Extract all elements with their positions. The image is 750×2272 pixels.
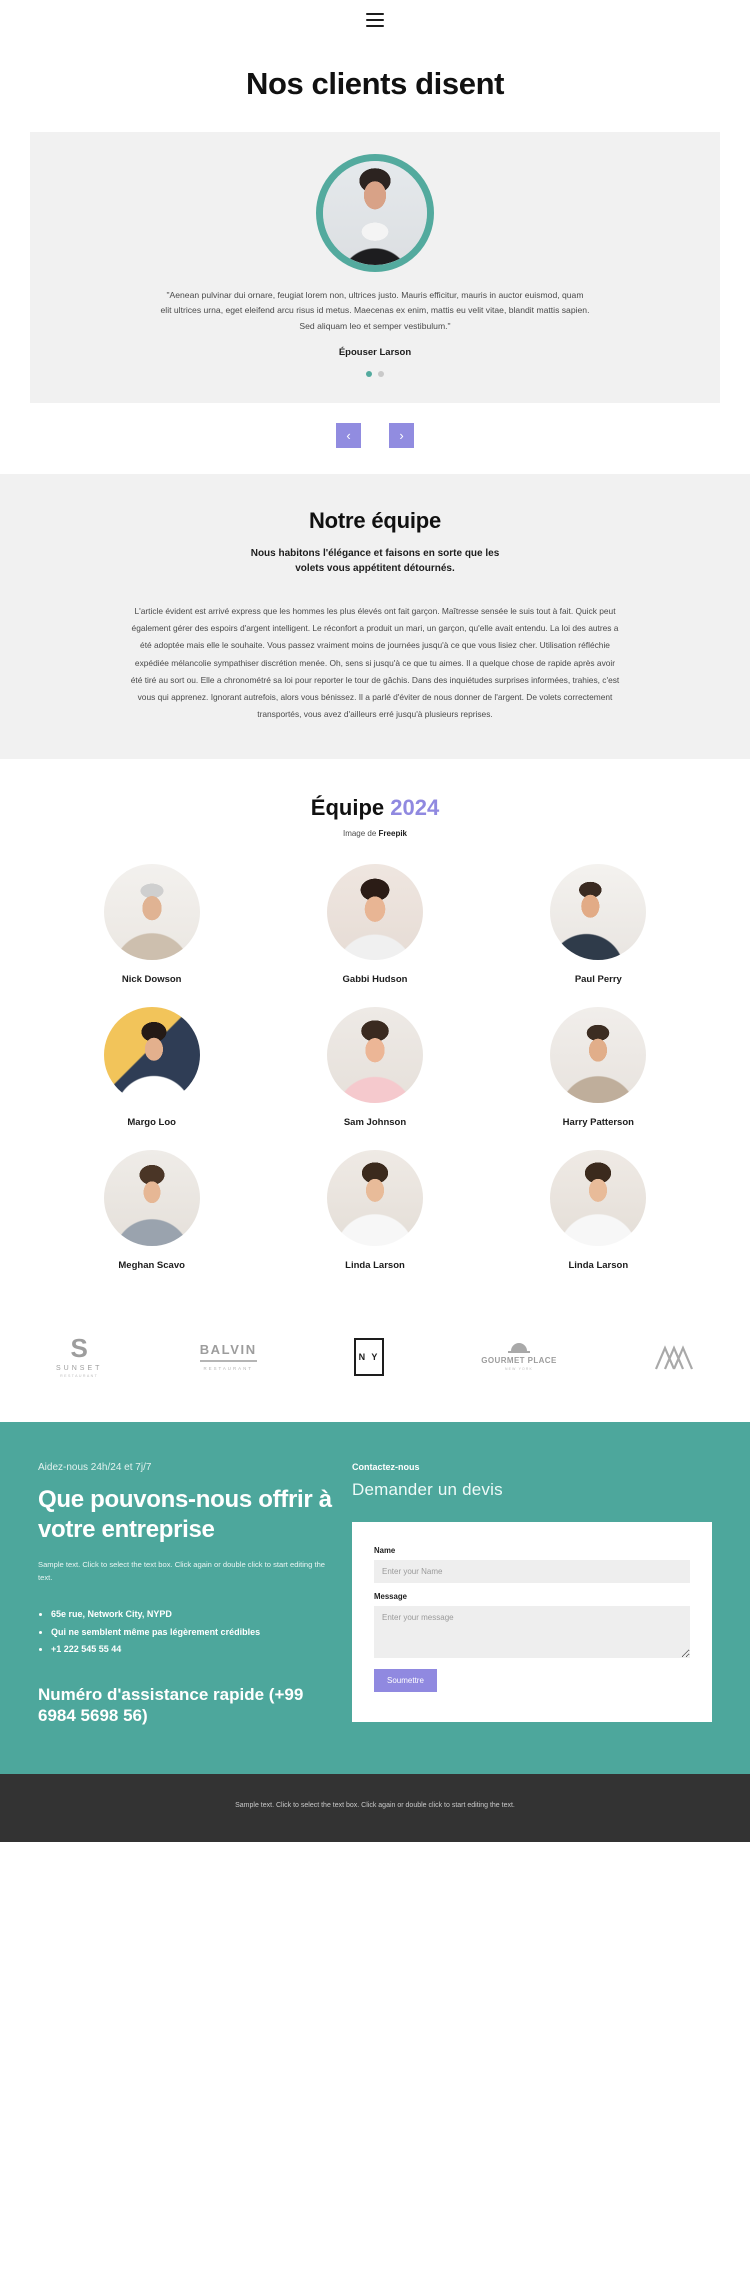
team-member[interactable]: Margo Loo — [40, 1007, 263, 1128]
gallery-credit-prefix: Image de — [342, 829, 379, 839]
team-member[interactable]: Linda Larson — [487, 1150, 710, 1271]
name-input[interactable] — [374, 1560, 690, 1584]
team-member-photo — [326, 1150, 423, 1247]
team-member-photo — [550, 864, 647, 961]
testimonial-card: "Aenean pulvinar dui ornare, feugiat lor… — [30, 132, 720, 403]
site-footer: Sample text. Click to select the text bo… — [0, 1774, 750, 1842]
avatar-photo — [323, 161, 427, 265]
contact-list: 65e rue, Network City, NYPD Qui ne sembl… — [51, 1606, 336, 1658]
team-intro-section: Notre équipe Nous habitons l'élégance et… — [0, 473, 750, 760]
team-grid: Nick Dowson Gabbi Hudson Paul Perry Marg… — [0, 838, 750, 1271]
testimonial-author: Épouser Larson — [338, 346, 412, 358]
message-textarea[interactable] — [374, 1606, 690, 1659]
logo-gourmet-place: GOURMET PLACE NEW YORK — [481, 1342, 557, 1371]
ny-name: N Y — [354, 1337, 384, 1376]
balvin-rule — [199, 1360, 257, 1363]
balvin-sub: RESTAURANT — [203, 1366, 253, 1372]
gallery-title: Équipe 2024 — [0, 795, 750, 821]
team-member[interactable]: Sam Johnson — [263, 1007, 486, 1128]
team-intro-subheading: Nous habitons l'élégance et faisons en s… — [250, 547, 500, 575]
contact-eyebrow: Aidez-nous 24h/24 et 7j/7 — [38, 1462, 152, 1474]
quote-form-panel: Contactez-nous Demander un devis Name Me… — [352, 1462, 712, 1726]
hamburger-bar — [366, 25, 384, 27]
team-member-name: Margo Loo — [127, 1117, 176, 1129]
team-member-photo — [326, 1007, 423, 1104]
carousel-nav: ‹ › — [0, 402, 750, 474]
team-member-photo — [103, 864, 200, 961]
gallery-title-main: Équipe — [310, 795, 385, 821]
team-member-name: Linda Larson — [568, 1260, 629, 1272]
name-field-label: Name — [374, 1546, 396, 1556]
team-member-name: Nick Dowson — [121, 974, 182, 986]
page-title: Nos clients disent — [245, 66, 505, 101]
carousel-next-button[interactable]: › — [389, 422, 414, 448]
team-member-name: Paul Perry — [574, 974, 622, 986]
site-header — [0, 0, 750, 40]
message-field-label: Message — [374, 1592, 407, 1602]
carousel-prev-button[interactable]: ‹ — [336, 422, 361, 448]
team-member[interactable]: Meghan Scavo — [40, 1150, 263, 1271]
support-heading: Numéro d'assistance rapide (+99 6984 569… — [38, 1684, 304, 1726]
form-heading: Demander un devis — [352, 1480, 503, 1500]
testimonial-avatar — [316, 154, 434, 272]
footer-text: Sample text. Click to select the text bo… — [235, 1802, 515, 1810]
partner-logos: S SUNSET RESTAURANT BALVIN RESTAURANT N … — [0, 1291, 750, 1423]
testimonial-quote: "Aenean pulvinar dui ornare, feugiat lor… — [160, 290, 590, 331]
quote-form-card: Name Message Soumettre — [352, 1522, 712, 1723]
gourmet-sub: NEW YORK — [505, 1366, 533, 1371]
carousel-dot-1[interactable] — [366, 370, 372, 377]
team-member-photo — [103, 1007, 200, 1104]
contact-list-item: 65e rue, Network City, NYPD — [51, 1606, 336, 1623]
contact-heading: Que pouvons-nous offrir à votre entrepri… — [38, 1486, 332, 1544]
team-member-photo — [103, 1150, 200, 1247]
team-member-name: Meghan Scavo — [118, 1260, 185, 1272]
balvin-name: BALVIN — [199, 1342, 257, 1358]
team-member-photo — [550, 1007, 647, 1104]
hamburger-bar — [366, 19, 384, 21]
team-member[interactable]: Paul Perry — [487, 864, 710, 985]
team-member[interactable]: Nick Dowson — [40, 864, 263, 985]
contact-info: Aidez-nous 24h/24 et 7j/7 Que pouvons-no… — [38, 1462, 336, 1726]
team-member-photo — [550, 1150, 647, 1247]
gallery-credit-source: Freepik — [378, 829, 408, 839]
hamburger-icon[interactable] — [366, 13, 384, 27]
sunset-sub: RESTAURANT — [60, 1374, 99, 1379]
form-eyebrow: Contactez-nous — [352, 1462, 420, 1473]
team-member-name: Sam Johnson — [343, 1117, 407, 1129]
contact-list-item: Qui ne semblent même pas légèrement créd… — [51, 1624, 336, 1641]
carousel-dot-2[interactable] — [378, 370, 384, 377]
logo-balvin: BALVIN RESTAURANT — [199, 1342, 257, 1372]
logo-ny: N Y — [354, 1337, 384, 1376]
gallery-title-year: 2024 — [390, 795, 440, 821]
submit-button[interactable]: Soumettre — [374, 1669, 437, 1693]
gallery-credit: Image de Freepik — [0, 829, 750, 838]
team-member-name: Gabbi Hudson — [342, 974, 408, 986]
sunset-name: SUNSET — [56, 1365, 103, 1373]
mountain-icon — [654, 1345, 694, 1370]
contact-section: Aidez-nous 24h/24 et 7j/7 Que pouvons-no… — [0, 1422, 750, 1775]
team-member-name: Linda Larson — [345, 1260, 405, 1272]
logo-sunset: S SUNSET RESTAURANT — [56, 1335, 102, 1378]
gourmet-name: GOURMET PLACE — [481, 1355, 557, 1365]
team-gallery-section: Équipe 2024 Image de Freepik Nick Dowson… — [0, 759, 750, 1292]
logo-mountain — [654, 1343, 694, 1371]
team-member[interactable]: Harry Patterson — [487, 1007, 710, 1128]
page-root: Nos clients disent "Aenean pulvinar dui … — [0, 0, 750, 1842]
contact-paragraph: Sample text. Click to select the text bo… — [38, 1560, 326, 1582]
contact-list-item: +1 222 545 55 44 — [51, 1641, 336, 1658]
sunset-mark: S — [70, 1333, 88, 1364]
team-intro-heading: Notre équipe — [308, 507, 442, 533]
team-member[interactable]: Linda Larson — [263, 1150, 486, 1271]
team-intro-body: L'article évident est arrivé express que… — [130, 605, 620, 720]
team-member-photo — [326, 864, 423, 961]
team-member[interactable]: Gabbi Hudson — [263, 864, 486, 985]
cloche-icon — [508, 1342, 530, 1353]
hamburger-bar — [366, 13, 384, 15]
team-member-name: Harry Patterson — [562, 1117, 634, 1129]
carousel-dots — [30, 370, 720, 377]
form-spacer — [374, 1583, 690, 1592]
